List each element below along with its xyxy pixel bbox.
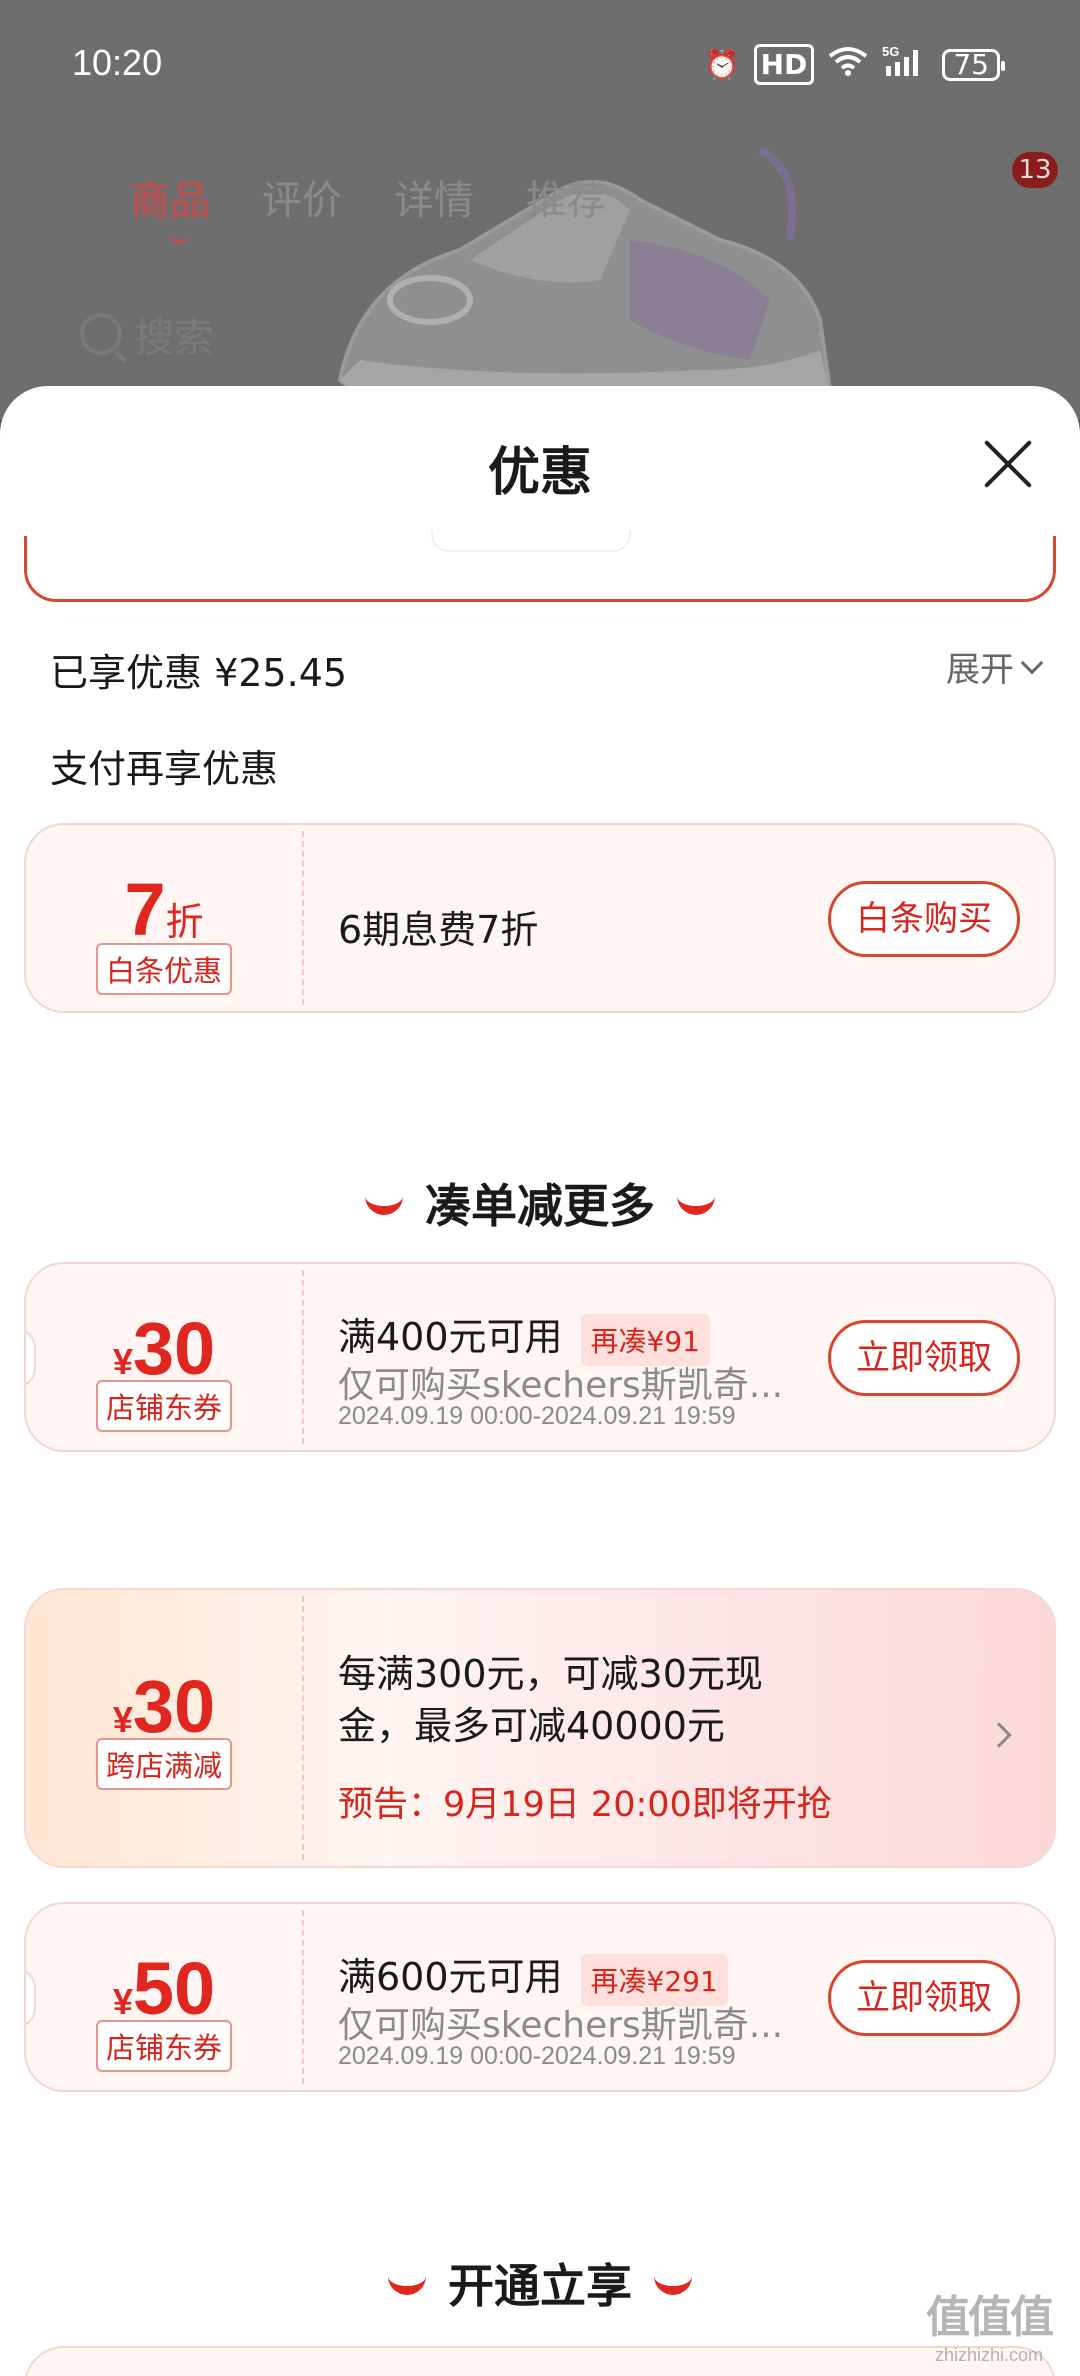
search-icon	[80, 313, 122, 355]
alarm-icon: ⏰	[704, 48, 740, 81]
card-left: ¥50 店铺东券	[26, 1904, 302, 2090]
battery-icon: 75	[942, 48, 1005, 81]
coupon-validity: 2024.09.19 00:00-2024.09.21 19:59	[338, 1402, 736, 1430]
promo-tag: 跨店满减	[95, 1738, 232, 1790]
smile-decoration-icon	[654, 2273, 692, 2295]
coupon-amount: ¥30	[26, 1306, 302, 1391]
tab-recommend: 推荐	[526, 178, 606, 224]
coupon-tag: 店铺东券	[95, 1380, 232, 1432]
coupon-card: ¥50 店铺东券 满600元可用 再凑¥291 仅可购买skechers斯凯奇..…	[24, 1902, 1056, 2092]
promo-preview-note: 预告：9月19日 20:00即将开抢	[338, 1785, 832, 1825]
card-description: 6期息费7折	[338, 908, 539, 952]
smile-decoration-icon	[365, 1193, 403, 1215]
signal-icon: 5G	[882, 44, 928, 85]
section-title: 开通立享	[448, 2259, 632, 2313]
promo-line-1: 每满300元，可减30元现	[338, 1652, 763, 1696]
discount-value: 7	[124, 868, 166, 951]
card-divider	[302, 1270, 304, 1444]
tab-details: 详情	[394, 178, 474, 224]
card-pill	[431, 530, 631, 552]
coupon-condition: 满400元可用	[338, 1315, 563, 1359]
cross-store-promo-card[interactable]: ¥30 跨店满减 每满300元，可减30元现 金，最多可减40000元 预告：9…	[24, 1588, 1056, 1868]
chevron-right-icon[interactable]	[986, 1722, 1012, 1748]
status-bar: 10:20 ⏰ HD 5G 75	[0, 0, 1080, 130]
previous-card-bottom	[24, 530, 1056, 602]
enjoyed-discount: 已享优惠 ¥25.45	[50, 651, 348, 695]
discount-amount: 7折	[26, 867, 302, 952]
tab-reviews: 评价	[262, 178, 342, 224]
wifi-icon	[828, 46, 868, 83]
close-icon[interactable]	[980, 436, 1036, 492]
section-title: 凑单减更多	[425, 1179, 655, 1233]
smile-decoration-icon	[677, 1193, 715, 1215]
discount-unit: 折	[165, 902, 204, 944]
card-left: ¥30 店铺东券	[26, 1264, 302, 1450]
next-card-top	[24, 2346, 1056, 2376]
product-tabs: 商品 评价 详情 推荐	[130, 168, 606, 244]
hd-icon: HD	[753, 44, 815, 85]
coupon-card: ¥30 店铺东券 满400元可用 再凑¥91 仅可购买skechers斯凯奇...…	[24, 1262, 1056, 1452]
coupon-condition: 满600元可用	[338, 1955, 563, 1999]
card-left: ¥30 跨店满减	[26, 1590, 302, 1866]
coupon-value: 30	[132, 1307, 216, 1390]
claim-coupon-button[interactable]: 立即领取	[828, 1320, 1020, 1396]
baitiao-buy-button[interactable]: 白条购买	[828, 881, 1020, 957]
smile-decoration-icon	[388, 2273, 426, 2295]
coupon-amount: ¥50	[26, 1946, 302, 2031]
watermark-logo: 值值值	[926, 2292, 1054, 2343]
currency-symbol: ¥	[112, 1981, 133, 2022]
card-divider	[302, 1596, 304, 1860]
status-time: 10:20	[72, 42, 163, 83]
coupon-tag: 白条优惠	[95, 943, 232, 995]
card-left: 7折 白条优惠	[26, 825, 302, 1011]
site-watermark: 值值值 zhizhizhi.com	[914, 2281, 1064, 2366]
background-search: 搜索	[80, 305, 214, 363]
status-icons: ⏰ HD 5G 75	[704, 44, 1005, 85]
tab-goods: 商品	[130, 168, 210, 244]
currency-symbol: ¥	[112, 1699, 133, 1740]
enjoyed-row: 已享优惠 ¥25.45 展开	[50, 642, 1044, 702]
sheet-header: 优惠	[0, 386, 1080, 536]
coupon-validity: 2024.09.19 00:00-2024.09.21 19:59	[338, 2042, 736, 2070]
watermark-url: zhizhizhi.com	[934, 2345, 1044, 2365]
cart-count-badge: 13	[1012, 152, 1058, 188]
coupon-tag: 店铺东券	[95, 2020, 232, 2072]
pay-section-title: 支付再享优惠	[50, 747, 279, 791]
card-divider	[302, 831, 304, 1005]
expand-label: 展开	[946, 650, 1014, 690]
coupon-value: 50	[132, 1947, 216, 2030]
chevron-down-icon	[1020, 651, 1044, 674]
discount-sheet: 优惠 已享优惠 ¥25.45 展开 支付再享优惠 7折 白条优惠 6期息费7折 …	[0, 386, 1080, 2376]
promo-line-2: 金，最多可减40000元	[338, 1704, 725, 1748]
background-product-page: 10:20 ⏰ HD 5G 75 商品 评价 详情 推荐 13 搜索	[0, 0, 1080, 420]
sheet-title: 优惠	[487, 443, 592, 503]
expand-button[interactable]: 展开	[946, 642, 1044, 691]
search-placeholder: 搜索	[134, 315, 214, 361]
section-header-more: 凑单减更多	[0, 1170, 1080, 1236]
coupon-scope: 仅可购买skechers斯凯奇...	[338, 2005, 784, 2046]
svg-text:5G: 5G	[882, 44, 899, 59]
card-divider	[302, 1910, 304, 2084]
coupon-scope: 仅可购买skechers斯凯奇...	[338, 1365, 784, 1406]
currency-symbol: ¥	[112, 1341, 133, 1382]
promo-amount: ¥30	[26, 1664, 302, 1749]
promo-value: 30	[132, 1665, 216, 1748]
promo-description: 每满300元，可减30元现 金，最多可减40000元	[338, 1648, 898, 1752]
baitiao-card: 7折 白条优惠 6期息费7折 白条购买	[24, 823, 1056, 1013]
claim-coupon-button[interactable]: 立即领取	[828, 1960, 1020, 2036]
